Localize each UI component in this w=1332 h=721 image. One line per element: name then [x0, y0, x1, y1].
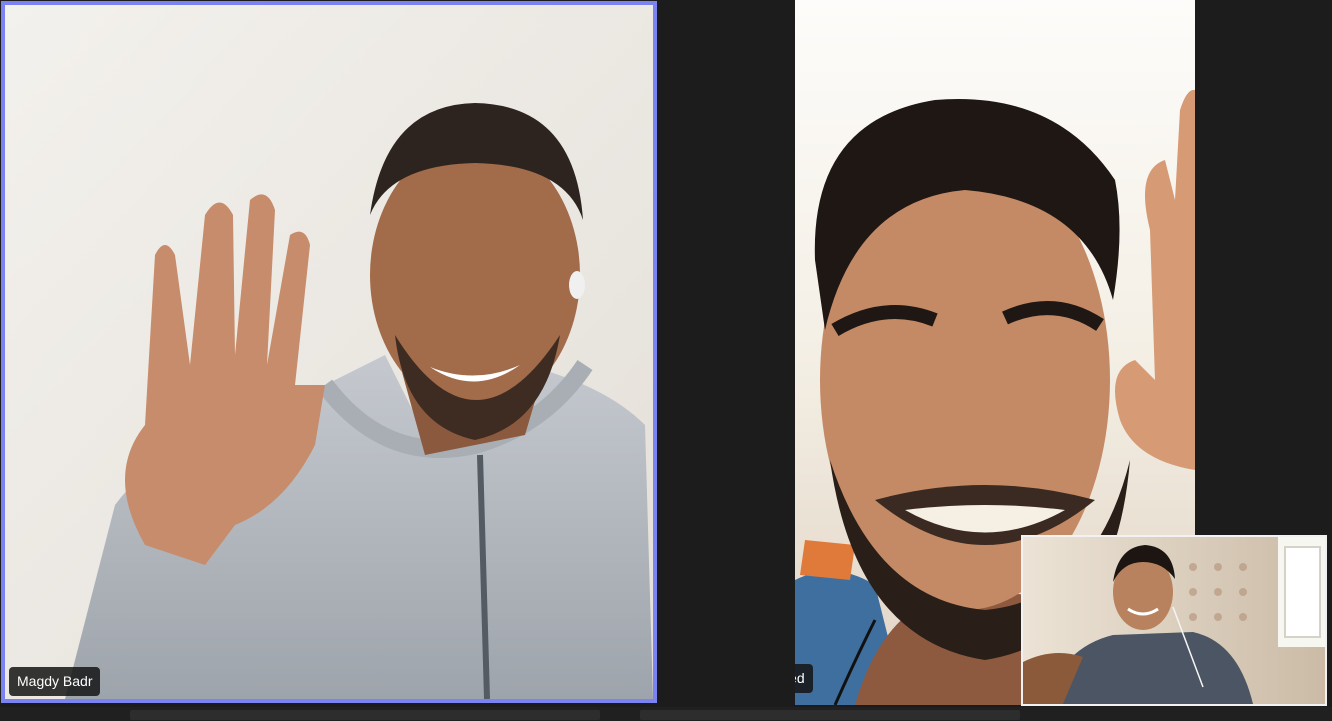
strip-segment	[640, 710, 1020, 720]
strip-segment	[130, 710, 600, 720]
participant-name-tag: Magdy Badr	[9, 667, 101, 696]
meeting-gallery: Magdy Badr d	[0, 0, 1332, 721]
participant-tile-magdy-badr[interactable]: Magdy Badr	[1, 1, 657, 703]
self-view-tile[interactable]	[1021, 535, 1327, 706]
self-view-video-feed	[1023, 537, 1325, 704]
participant-video-feed	[5, 5, 653, 699]
participant-name-tag: Abdullah Mohamed	[795, 664, 813, 693]
bottom-edge-strip	[0, 707, 1332, 721]
